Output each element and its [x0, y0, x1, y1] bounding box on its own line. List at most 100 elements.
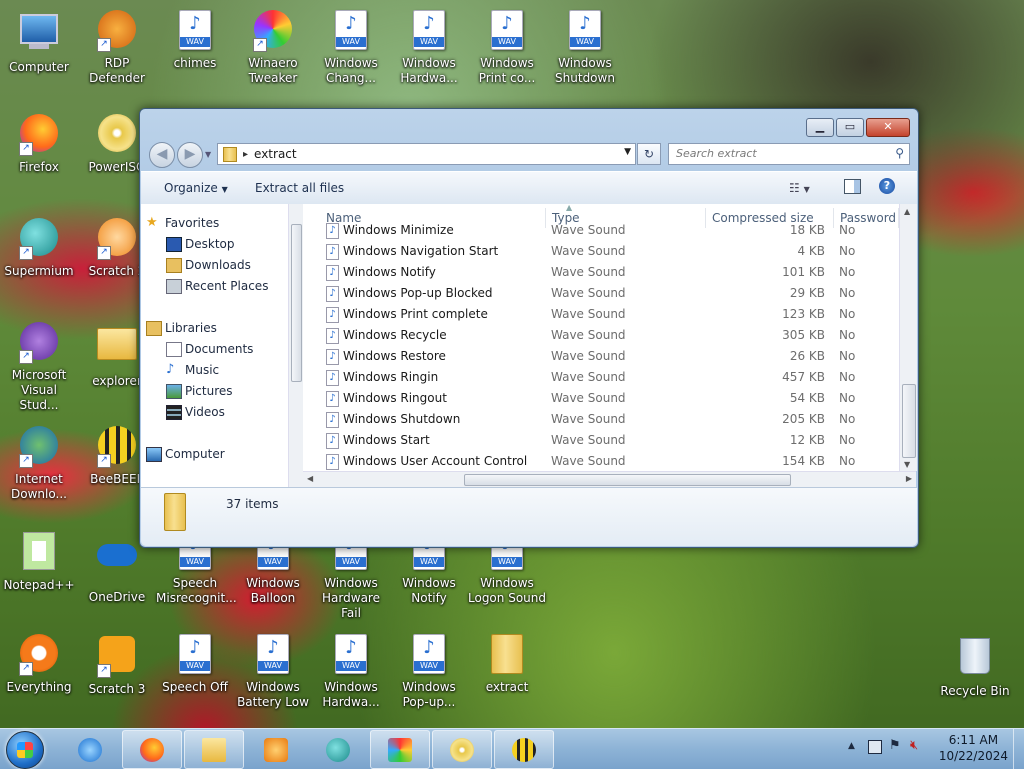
nav-recent-places[interactable]: Recent Places: [166, 277, 268, 295]
folder-icon: [97, 328, 137, 370]
nav-documents[interactable]: Documents: [166, 340, 253, 358]
desktop-icon-computer[interactable]: Computer: [0, 10, 78, 75]
navigation-pane-scrollbar[interactable]: [288, 204, 303, 487]
nav-pictures[interactable]: Pictures: [166, 382, 233, 400]
shortcut-arrow-icon: ↗: [19, 142, 33, 156]
network-icon[interactable]: [868, 740, 882, 754]
minimize-button[interactable]: ▁: [806, 118, 834, 137]
scroll-left-arrow-icon[interactable]: ◀: [307, 474, 313, 483]
show-desktop-button[interactable]: [1013, 729, 1024, 769]
show-hidden-icons-button[interactable]: ▲: [848, 741, 855, 751]
taskbar-firefox[interactable]: [122, 730, 182, 769]
desktop-icon-winaero-tweaker[interactable]: ↗ Winaero Tweaker: [234, 10, 312, 86]
extract-all-files-button[interactable]: Extract all files: [255, 181, 344, 195]
desktop-icon-windows-shutdown[interactable]: ♪ WAV Windows Shutdown: [546, 10, 624, 86]
table-row[interactable]: ♪ Windows Ringout Wave Sound 54 KB No: [303, 388, 899, 409]
address-bar[interactable]: ▸ extract ▼: [217, 143, 636, 165]
scroll-up-arrow-icon[interactable]: ▲: [904, 207, 910, 216]
desktop-icon-recycle-bin[interactable]: Recycle Bin: [936, 634, 1014, 699]
forward-button[interactable]: ▶: [177, 142, 203, 168]
taskbar-windows-explorer[interactable]: [184, 730, 244, 769]
table-row[interactable]: ♪ Windows Recycle Wave Sound 305 KB No: [303, 325, 899, 346]
search-icon[interactable]: ⚲: [895, 146, 904, 160]
table-row[interactable]: ♪ Windows Print complete Wave Sound 123 KB N…: [303, 304, 899, 325]
desktop-icon-windows-change[interactable]: ♪ WAV Windows Chang...: [312, 10, 390, 86]
nav-videos[interactable]: Videos: [166, 403, 225, 421]
desktop-icon-windows-hardware[interactable]: ♪ WAV Windows Hardwa...: [390, 10, 468, 86]
taskbar-media-player[interactable]: [246, 730, 306, 769]
desktop-icon-chimes[interactable]: ♪ WAV chimes: [156, 10, 234, 71]
scrollbar-thumb[interactable]: [291, 224, 302, 382]
preview-pane-icon[interactable]: [844, 179, 861, 194]
taskbar-winaero[interactable]: [370, 730, 430, 769]
file-type: Wave Sound: [551, 391, 626, 405]
desktop-icon-windows-hardware-2[interactable]: ♪ WAV Windows Hardwa...: [312, 634, 390, 710]
desktop-icon-windows-print-complete[interactable]: ♪ WAV Windows Print co...: [468, 10, 546, 86]
desktop-icon-firefox[interactable]: ↗ Firefox: [0, 114, 78, 175]
maximize-button[interactable]: ▭: [836, 118, 864, 137]
desktop-icon-visual-studio[interactable]: ↗ Microsoft Visual Stud...: [0, 322, 78, 413]
refresh-button[interactable]: ↻: [637, 143, 661, 165]
close-button[interactable]: ✕: [866, 118, 910, 137]
nav-desktop[interactable]: Desktop: [166, 235, 235, 253]
desktop-icon-scratch-3[interactable]: ↗ Scratch 3: [78, 634, 156, 697]
address-dropdown-icon[interactable]: ▼: [624, 147, 631, 157]
file-compressed-size: 4 KB: [797, 244, 825, 258]
organize-button[interactable]: Organize ▼: [164, 181, 228, 195]
desktop-icon-label: RDP Defender: [89, 56, 145, 85]
nav-favorites[interactable]: ★ Favorites: [146, 214, 219, 232]
table-row[interactable]: ♪ Windows Minimize Wave Sound 18 KB No: [303, 220, 899, 241]
scrollbar-thumb[interactable]: [902, 384, 916, 458]
table-row[interactable]: ♪ Windows Restore Wave Sound 26 KB No: [303, 346, 899, 367]
help-icon[interactable]: ?: [879, 178, 895, 194]
action-center-flag-icon[interactable]: ⚑: [889, 738, 901, 753]
table-row[interactable]: ♪ Windows Notify Wave Sound 101 KB No: [303, 262, 899, 283]
file-list-vertical-scrollbar[interactable]: ▲ ▼: [899, 204, 917, 471]
taskbar-supermium[interactable]: [308, 730, 368, 769]
desktop-icon-notepadpp[interactable]: Notepad++: [0, 530, 78, 593]
nav-computer[interactable]: Computer: [146, 445, 225, 463]
supermium-icon: [326, 738, 350, 762]
documents-icon: [166, 342, 182, 357]
taskbar-internet-explorer[interactable]: [60, 730, 120, 769]
shortcut-arrow-icon: ↗: [19, 662, 33, 676]
nav-music[interactable]: ♪ Music: [166, 361, 219, 379]
desktop-icon-speech-off[interactable]: ♪ WAV Speech Off: [156, 634, 234, 695]
scroll-down-arrow-icon[interactable]: ▼: [904, 460, 910, 469]
desktop-icon-supermium[interactable]: ↗ Supermium: [0, 218, 78, 279]
scratch-3-icon: ↗: [97, 636, 137, 678]
desktop-icon-windows-battery-low[interactable]: ♪ WAV Windows Battery Low: [234, 634, 312, 710]
view-options-icon[interactable]: ☷ ▼: [789, 181, 810, 195]
nav-downloads[interactable]: Downloads: [166, 256, 251, 274]
breadcrumb-separator-icon[interactable]: ▸: [243, 149, 248, 160]
clock-date: 10/22/2024: [938, 749, 1008, 763]
scrollbar-thumb[interactable]: [464, 474, 791, 486]
search-input[interactable]: Search extract ⚲: [668, 143, 910, 165]
desktop-icon-everything[interactable]: ↗ Everything: [0, 634, 78, 695]
explorer-window[interactable]: ▁ ▭ ✕ ◀ ▶ ▼ ▸ extract ▼ ↻ Search extract…: [139, 108, 919, 548]
table-row[interactable]: ♪ Windows Start Wave Sound 12 KB No: [303, 430, 899, 451]
nav-libraries[interactable]: Libraries: [146, 319, 217, 337]
table-row[interactable]: ♪ Windows Ringin Wave Sound 457 KB No: [303, 367, 899, 388]
desktop-icon-rdp-defender[interactable]: ↗ RDP Defender: [78, 10, 156, 86]
clock[interactable]: 6:11 AM 10/22/2024: [939, 732, 1008, 764]
table-row[interactable]: ♪ Windows Navigation Start Wave Sound 4 KB N…: [303, 241, 899, 262]
table-row[interactable]: ♪ Windows User Account Control Wave Sound 1…: [303, 451, 899, 471]
start-button[interactable]: [6, 731, 44, 769]
rdp-defender-icon: ↗: [97, 10, 137, 52]
taskbar-beebeep[interactable]: [494, 730, 554, 769]
recent-pages-chevron-icon[interactable]: ▼: [205, 150, 211, 159]
back-button[interactable]: ◀: [149, 142, 175, 168]
table-row[interactable]: ♪ Windows Shutdown Wave Sound 205 KB No: [303, 409, 899, 430]
desktop-icon-extract[interactable]: extract: [468, 634, 546, 695]
file-list-horizontal-scrollbar[interactable]: ◀ ▶: [303, 471, 916, 488]
desktop-icon-windows-popup[interactable]: ♪ WAV Windows Pop-up...: [390, 634, 468, 710]
desktop-icon-internet-download[interactable]: ↗ Internet Downlo...: [0, 426, 78, 502]
breadcrumb-extract[interactable]: extract: [254, 147, 297, 161]
scroll-right-arrow-icon[interactable]: ▶: [906, 474, 912, 483]
taskbar-poweriso[interactable]: [432, 730, 492, 769]
file-name: Windows User Account Control: [343, 454, 528, 468]
volume-muted-icon[interactable]: 🔇︎: [910, 738, 918, 753]
cloud-icon: [97, 544, 137, 586]
table-row[interactable]: ♪ Windows Pop-up Blocked Wave Sound 29 KB No: [303, 283, 899, 304]
